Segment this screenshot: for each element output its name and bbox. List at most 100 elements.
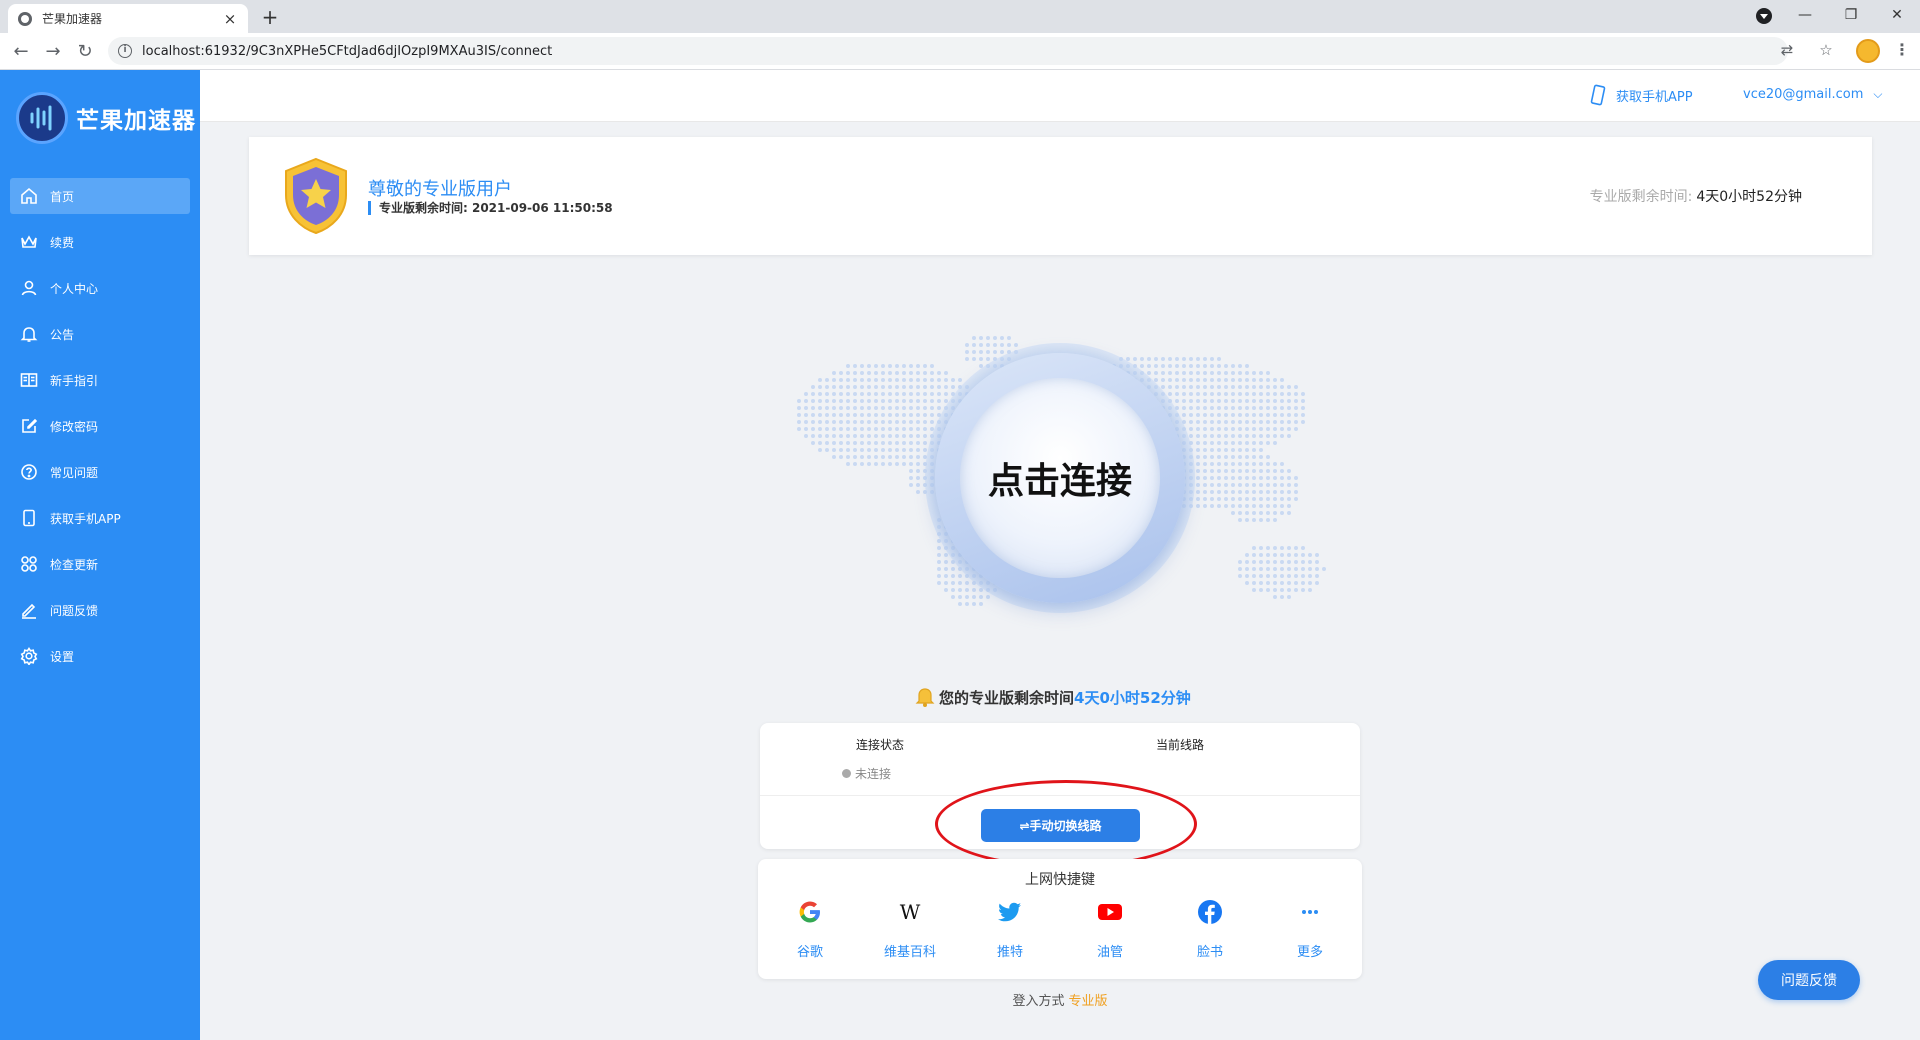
map-dot: [979, 595, 983, 599]
map-dot: [1210, 371, 1214, 375]
shortcut-more[interactable]: 更多: [1270, 895, 1350, 960]
map-dot: [1280, 476, 1284, 480]
profile-avatar[interactable]: [1856, 39, 1880, 63]
map-dot: [1238, 511, 1242, 515]
map-dot: [979, 602, 983, 606]
restore-button[interactable]: ❐: [1828, 0, 1874, 30]
map-dot: [1182, 364, 1186, 368]
sidebar-item-home[interactable]: 首页: [10, 178, 190, 214]
map-dot: [1266, 399, 1270, 403]
connect-button[interactable]: 点击连接: [960, 378, 1160, 578]
sidebar-item-announcements[interactable]: 公告: [10, 316, 190, 352]
map-dot: [1273, 427, 1277, 431]
map-dot: [860, 434, 864, 438]
map-dot: [1245, 497, 1249, 501]
map-dot: [902, 406, 906, 410]
shortcut-facebook[interactable]: 脸书: [1170, 895, 1250, 960]
sidebar-item-feedback[interactable]: 问题反馈: [10, 592, 190, 628]
sidebar-item-profile[interactable]: 个人中心: [10, 270, 190, 306]
map-dot: [1266, 574, 1270, 578]
map-dot: [923, 378, 927, 382]
sidebar-item-guide[interactable]: 新手指引: [10, 362, 190, 398]
map-dot: [1294, 483, 1298, 487]
map-dot: [1196, 378, 1200, 382]
map-dot: [1224, 420, 1228, 424]
minimize-button[interactable]: —: [1782, 0, 1828, 30]
shortcut-youtube[interactable]: 油管: [1070, 895, 1150, 960]
sidebar-item-get-app[interactable]: 获取手机APP: [10, 500, 190, 536]
map-dot: [1266, 392, 1270, 396]
chrome-menu-icon[interactable]: ⋮: [1894, 40, 1910, 59]
close-window-button[interactable]: ✕: [1874, 0, 1920, 30]
map-dot: [867, 399, 871, 403]
book-icon: [20, 371, 38, 389]
map-dot: [916, 378, 920, 382]
map-dot: [853, 448, 857, 452]
close-tab-icon[interactable]: ×: [222, 10, 238, 28]
switch-line-button[interactable]: ⇌手动切换线路: [981, 809, 1140, 842]
map-dot: [1217, 497, 1221, 501]
app-logo[interactable]: 芒果加速器: [16, 92, 196, 144]
forward-icon[interactable]: →: [42, 41, 64, 62]
map-dot: [916, 476, 920, 480]
map-dot: [916, 455, 920, 459]
map-dot: [965, 343, 969, 347]
back-icon[interactable]: ←: [10, 41, 32, 62]
map-dot: [1238, 385, 1242, 389]
map-dot: [853, 434, 857, 438]
new-tab-button[interactable]: +: [258, 5, 282, 29]
map-dot: [860, 406, 864, 410]
sidebar-item-change-password[interactable]: 修改密码: [10, 408, 190, 444]
sidebar-item-faq[interactable]: 常见问题: [10, 454, 190, 490]
shortcut-twitter[interactable]: 推特: [970, 895, 1050, 960]
map-dot: [916, 448, 920, 452]
map-dot: [846, 371, 850, 375]
sidebar-item-renew[interactable]: 续费: [10, 224, 190, 260]
status-dot-icon: [842, 769, 851, 778]
divider: [760, 795, 1360, 796]
map-dot: [1196, 455, 1200, 459]
translate-icon[interactable]: ⇄: [1776, 41, 1798, 59]
tab-search-icon[interactable]: [1756, 8, 1772, 24]
map-dot: [1287, 490, 1291, 494]
map-dot: [958, 574, 962, 578]
user-menu[interactable]: vce20@gmail.com ⌵: [1743, 87, 1883, 102]
map-dot: [1273, 434, 1277, 438]
map-dot: [916, 399, 920, 403]
map-dot: [1196, 427, 1200, 431]
info-icon[interactable]: i: [118, 44, 132, 58]
map-dot: [1266, 483, 1270, 487]
map-dot: [860, 441, 864, 445]
map-dot: [1203, 462, 1207, 466]
reload-icon[interactable]: ↻: [74, 41, 96, 62]
map-dot: [1245, 392, 1249, 396]
feedback-floating-button[interactable]: 问题反馈: [1758, 960, 1860, 1000]
sidebar-item-check-update[interactable]: 检查更新: [10, 546, 190, 582]
bookmark-star-icon[interactable]: ☆: [1815, 41, 1837, 59]
map-dot: [888, 441, 892, 445]
map-dot: [846, 420, 850, 424]
map-dot: [1259, 427, 1263, 431]
map-dot: [895, 385, 899, 389]
get-app-link[interactable]: 获取手机APP: [1590, 84, 1693, 106]
sidebar-item-settings[interactable]: 设置: [10, 638, 190, 674]
shortcut-wikipedia[interactable]: W 维基百科: [870, 895, 950, 960]
map-dot: [1196, 385, 1200, 389]
browser-tab[interactable]: 芒果加速器 ×: [8, 4, 248, 33]
map-dot: [951, 567, 955, 571]
map-dot: [909, 441, 913, 445]
url-field[interactable]: i localhost:61932/9C3nXPHe5CFtdJad6djIOz…: [108, 37, 1788, 65]
map-dot: [1259, 581, 1263, 585]
map-dot: [916, 392, 920, 396]
map-dot: [1308, 560, 1312, 564]
map-dot: [853, 371, 857, 375]
map-dot: [1175, 364, 1179, 368]
map-dot: [1238, 469, 1242, 473]
map-dot: [1287, 560, 1291, 564]
login-mode: 登入方式 专业版: [760, 990, 1360, 1009]
map-dot: [1189, 420, 1193, 424]
map-dot: [867, 406, 871, 410]
map-dot: [1168, 392, 1172, 396]
map-dot: [1252, 553, 1256, 557]
shortcut-google[interactable]: 谷歌: [770, 895, 850, 960]
